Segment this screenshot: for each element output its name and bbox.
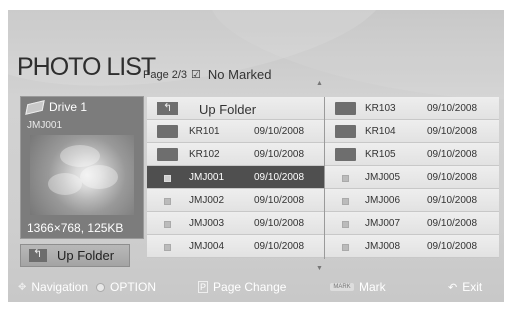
item-name: KR103: [365, 103, 396, 114]
item-date: 09/10/2008: [427, 126, 478, 137]
option-label: OPTION: [110, 280, 157, 294]
page-change-hint[interactable]: P Page Change: [198, 280, 286, 294]
file-list-item[interactable]: KR105 09/10/2008: [325, 143, 499, 166]
item-name: JMJ005: [365, 172, 401, 183]
item-name: JMJ001: [189, 172, 225, 183]
item-date: 09/10/2008: [427, 195, 478, 206]
mark-key-icon: MARK: [330, 283, 354, 291]
up-folder-icon: [29, 247, 47, 262]
item-date: 09/10/2008: [427, 172, 478, 183]
up-folder-row[interactable]: Up Folder: [147, 97, 324, 120]
checkbox-icon: ☑: [191, 69, 201, 81]
folder-icon: [157, 125, 178, 138]
file-list-item[interactable]: JMJ007 09/10/2008: [325, 212, 499, 235]
item-date: 09/10/2008: [254, 241, 305, 252]
file-list-item[interactable]: JMJ002 09/10/2008: [147, 189, 324, 212]
file-list-item[interactable]: JMJ001 09/10/2008: [147, 166, 324, 189]
folder-icon: [335, 148, 356, 161]
photo-file-icon: [164, 244, 171, 251]
folder-icon: [157, 148, 178, 161]
item-name: JMJ004: [189, 241, 225, 252]
item-name: KR102: [189, 149, 220, 160]
petal-shape: [80, 165, 118, 189]
item-date: 09/10/2008: [254, 195, 305, 206]
page-change-icon: P: [198, 281, 209, 293]
item-date: 09/10/2008: [254, 218, 305, 229]
photo-thumbnail: [30, 135, 134, 215]
file-list-item[interactable]: JMJ005 09/10/2008: [325, 166, 499, 189]
file-list-item[interactable]: KR101 09/10/2008: [147, 120, 324, 143]
scroll-down-icon[interactable]: ▼: [316, 265, 323, 272]
up-folder-label: Up Folder: [199, 102, 257, 117]
footer-bar: ✥ Navigation OPTION P Page Change MARK M…: [8, 272, 504, 302]
drive-icon: [25, 99, 45, 115]
exit-label: Exit: [462, 280, 483, 294]
option-hint[interactable]: OPTION: [96, 280, 156, 294]
item-date: 09/10/2008: [427, 103, 478, 114]
item-date: 09/10/2008: [254, 149, 305, 160]
item-name: JMJ002: [189, 195, 225, 206]
preview-file-name: JMJ001: [27, 120, 63, 131]
option-icon: [96, 282, 105, 292]
preview-pane: Drive 1 JMJ001 1366×768, 125KB: [20, 96, 144, 239]
navigation-label: Navigation: [31, 280, 89, 294]
photo-list-panel: PHOTO LIST Page 2/3 ☑ No Marked Drive 1 …: [8, 10, 504, 302]
file-grid: Up FolderKR10109/10/2008KR10209/10/2008J…: [147, 97, 499, 259]
item-name: JMJ006: [365, 195, 401, 206]
item-name: KR105: [365, 149, 396, 160]
up-folder-button[interactable]: Up Folder: [20, 244, 130, 267]
file-list-item[interactable]: KR102 09/10/2008: [147, 143, 324, 166]
exit-icon: ↶: [448, 281, 458, 294]
photo-file-icon: [342, 244, 349, 251]
folder-icon: [335, 102, 356, 115]
photo-file-icon: [164, 198, 171, 205]
photo-file-icon: [342, 198, 349, 205]
file-list-item[interactable]: JMJ006 09/10/2008: [325, 189, 499, 212]
navigation-icon: ✥: [18, 281, 27, 293]
drive-row: Drive 1: [25, 99, 88, 115]
file-list-item[interactable]: KR103 09/10/2008: [325, 97, 499, 120]
petal-shape: [60, 145, 100, 167]
marked-status: No Marked: [207, 67, 272, 82]
item-name: JMJ003: [189, 218, 225, 229]
item-name: KR101: [189, 126, 220, 137]
item-date: 09/10/2008: [427, 241, 478, 252]
page-change-label: Page Change: [213, 280, 287, 294]
item-date: 09/10/2008: [427, 218, 478, 229]
item-date: 09/10/2008: [254, 126, 305, 137]
folder-icon: [335, 125, 356, 138]
photo-file-icon: [342, 221, 349, 228]
file-list-item[interactable]: JMJ003 09/10/2008: [147, 212, 324, 235]
screen: PHOTO LIST Page 2/3 ☑ No Marked Drive 1 …: [0, 0, 512, 312]
drive-label: Drive 1: [49, 100, 88, 114]
file-list-item[interactable]: JMJ004 09/10/2008: [147, 235, 324, 258]
item-date: 09/10/2008: [254, 172, 305, 183]
item-name: JMJ007: [365, 218, 401, 229]
photo-file-icon: [342, 175, 349, 182]
mark-hint[interactable]: MARK Mark: [330, 280, 386, 294]
up-folder-icon: [157, 101, 178, 115]
photo-file-icon: [164, 175, 171, 182]
title-info: Page 2/3 ☑ No Marked: [143, 67, 272, 82]
photo-file-icon: [164, 221, 171, 228]
item-name: JMJ008: [365, 241, 401, 252]
page-title: PHOTO LIST: [17, 53, 156, 81]
up-folder-button-label: Up Folder: [57, 248, 115, 263]
item-name: KR104: [365, 126, 396, 137]
petal-shape: [48, 173, 82, 195]
file-list-item[interactable]: KR104 09/10/2008: [325, 120, 499, 143]
preview-resolution-size: 1366×768, 125KB: [27, 221, 124, 235]
item-date: 09/10/2008: [427, 149, 478, 160]
file-list-item[interactable]: JMJ008 09/10/2008: [325, 235, 499, 258]
mark-label: Mark: [359, 280, 386, 294]
navigation-hint[interactable]: ✥ Navigation: [18, 280, 88, 294]
exit-hint[interactable]: ↶ Exit: [448, 280, 482, 294]
scroll-up-icon[interactable]: ▲: [316, 80, 323, 87]
page-indicator: Page 2/3: [143, 68, 188, 81]
